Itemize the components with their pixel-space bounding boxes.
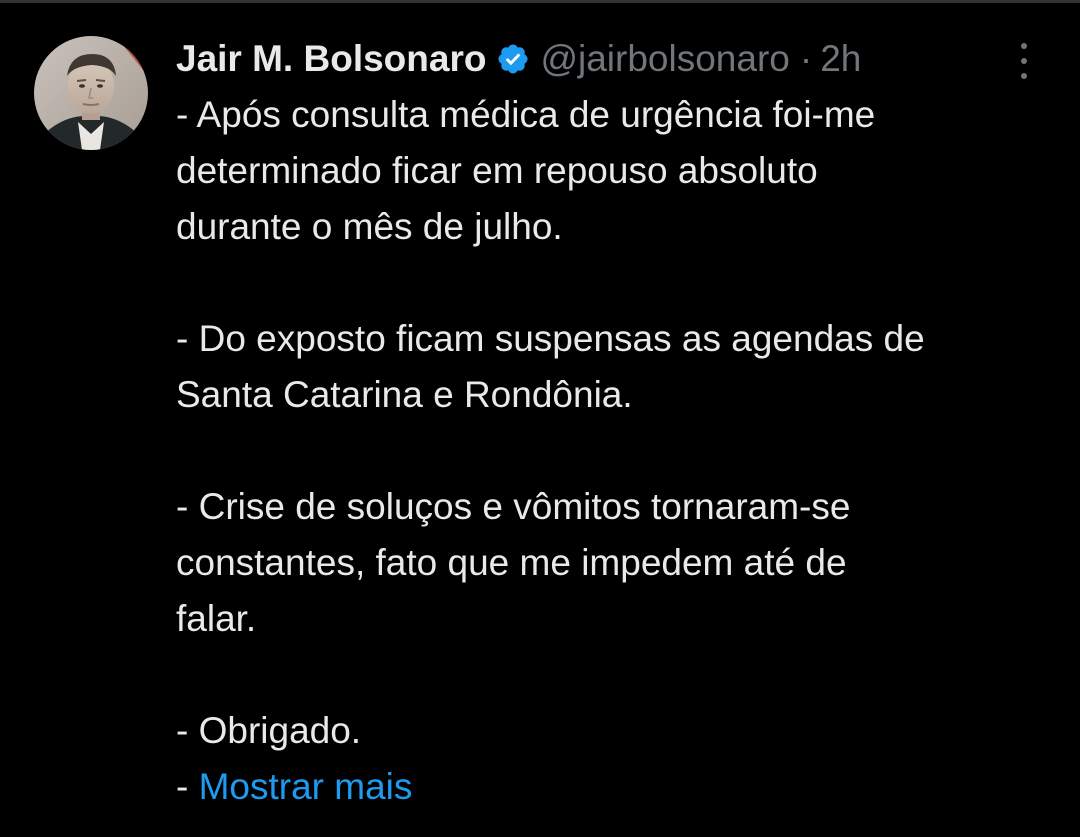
- avatar[interactable]: [34, 36, 148, 150]
- tweet-text-line: falar.: [176, 598, 257, 639]
- tweet-timestamp[interactable]: 2h: [820, 38, 861, 80]
- verified-badge-icon[interactable]: [496, 42, 530, 76]
- tweet-text-line: - Obrigado.: [176, 710, 362, 751]
- avatar-image: [34, 36, 148, 150]
- tweet-text-line: - Crise de soluços e vômitos tornaram-se: [176, 486, 851, 527]
- show-more-prefix: -: [176, 766, 199, 807]
- author-display-name[interactable]: Jair M. Bolsonaro: [176, 38, 486, 80]
- tweet[interactable]: Jair M. Bolsonaro @jairbolsonaro · 2h - …: [0, 3, 1080, 837]
- author-handle[interactable]: @jairbolsonaro: [540, 38, 789, 80]
- show-more-row: - Mostrar mais: [176, 759, 1056, 815]
- header-separator: ·: [799, 38, 813, 79]
- show-more-link[interactable]: Mostrar mais: [199, 766, 413, 807]
- tweet-text-line: determinado ficar em repouso absoluto: [176, 150, 818, 191]
- tweet-header: Jair M. Bolsonaro @jairbolsonaro · 2h: [176, 31, 861, 87]
- tweet-text-line: - Após consulta médica de urgência foi-m…: [176, 94, 876, 135]
- tweet-text-line: durante o mês de julho.: [176, 206, 563, 247]
- tweet-text-line: Santa Catarina e Rondônia.: [176, 374, 633, 415]
- tweet-text-line: constantes, fato que me impedem até de: [176, 542, 847, 583]
- more-options-icon[interactable]: [1008, 43, 1040, 79]
- tweet-text: - Após consulta médica de urgência foi-m…: [176, 87, 1056, 815]
- tweet-text-line: - Do exposto ficam suspensas as agendas …: [176, 318, 925, 359]
